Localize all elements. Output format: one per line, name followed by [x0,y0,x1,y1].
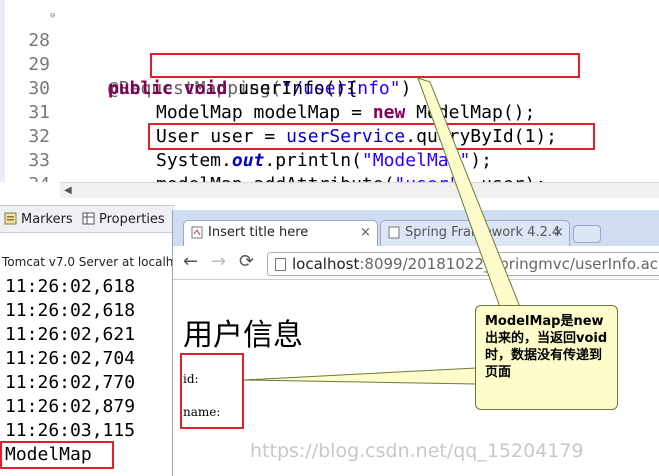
browser-tab-active[interactable]: Insert title here × [183,220,378,246]
browser-tab-title: Spring Framework 4.2.4 [405,225,561,240]
watermark-text: https://blog.csdn.net/qq_15204179 [250,440,584,462]
console-line: 11:26:02,621 [5,324,136,345]
tab-markers[interactable]: Markers [4,206,73,234]
tab-markers-label: Markers [21,212,73,227]
browser-tab-inactive[interactable]: Spring Framework 4.2.4 × [380,220,570,246]
tab-properties-label: Properties [99,212,165,227]
browser-toolbar: ← → ⟳ localhost:8099/20181022_springmvc/… [173,246,659,280]
page-favicon-icon [388,226,400,239]
browser-tab-strip: Insert title here × Spring Framework 4.2… [173,210,659,246]
console-view[interactable]: Tomcat v7.0 Server at localho 11:26:02,6… [0,233,172,476]
reload-icon[interactable]: ⟳ [239,252,254,272]
url-path: :8099/20181022_springmvc/userInfo.ac [359,255,659,273]
page-favicon-icon [191,226,203,239]
url-host: localhost [292,255,360,273]
code-line-31[interactable]: 31 User user = userService.queryById(1); [0,77,659,147]
tab-close-icon[interactable]: × [553,221,564,245]
tab-properties[interactable]: Properties [82,206,165,234]
code-line-29[interactable]: 29 public void userInfo(){ [0,29,659,99]
console-line: 11:26:02,704 [5,348,136,369]
properties-icon [82,212,95,225]
tab-close-icon[interactable]: × [360,221,371,245]
code-line-34[interactable]: 34 } [0,149,659,182]
new-tab-button[interactable] [573,225,601,243]
address-bar[interactable]: localhost:8099/20181022_springmvc/userIn… [267,252,659,276]
console-title: Tomcat v7.0 Server at localho [2,255,172,269]
code-line-32[interactable]: 32 System.out.println("ModelMap"); [0,101,659,171]
page-icon [275,258,286,271]
editor-horizontal-scrollbar[interactable]: ◀ [60,182,659,198]
browser-tab-title: Insert title here [208,225,309,240]
page-heading: 用户信息 [183,318,303,353]
code-line-35[interactable]: 35 [0,173,659,182]
console-line: 11:26:02,618 [5,300,136,321]
views-tab-bar: Markers Properties [0,205,175,233]
markers-icon [4,212,17,225]
console-line: 11:26:03,115 [5,420,136,441]
console-line: 11:26:02,618 [5,276,136,297]
console-line: 11:26:02,770 [5,372,136,393]
code-line-28[interactable]: 28 ⊖ @RequestMapping("/userInfo") [0,5,659,100]
code-editor[interactable]: 28 ⊖ @RequestMapping("/userInfo") 29 pub… [0,0,659,182]
annotation-callout: ModelMap是new出来的，当返回void时，数据没有传递到页面 [475,305,618,410]
highlight-box-console-output [0,441,114,469]
highlight-box-addattribute [148,123,595,150]
back-arrow-icon[interactable]: ← [183,252,198,272]
forward-arrow-icon[interactable]: → [211,252,226,272]
highlight-box-empty-fields [180,353,244,429]
console-line: 11:26:02,879 [5,396,136,417]
fold-toggle-icon[interactable]: ⊖ [50,12,59,21]
highlight-box-new-modelmap [150,53,580,78]
scroll-left-arrow-icon[interactable]: ◀ [64,183,72,199]
